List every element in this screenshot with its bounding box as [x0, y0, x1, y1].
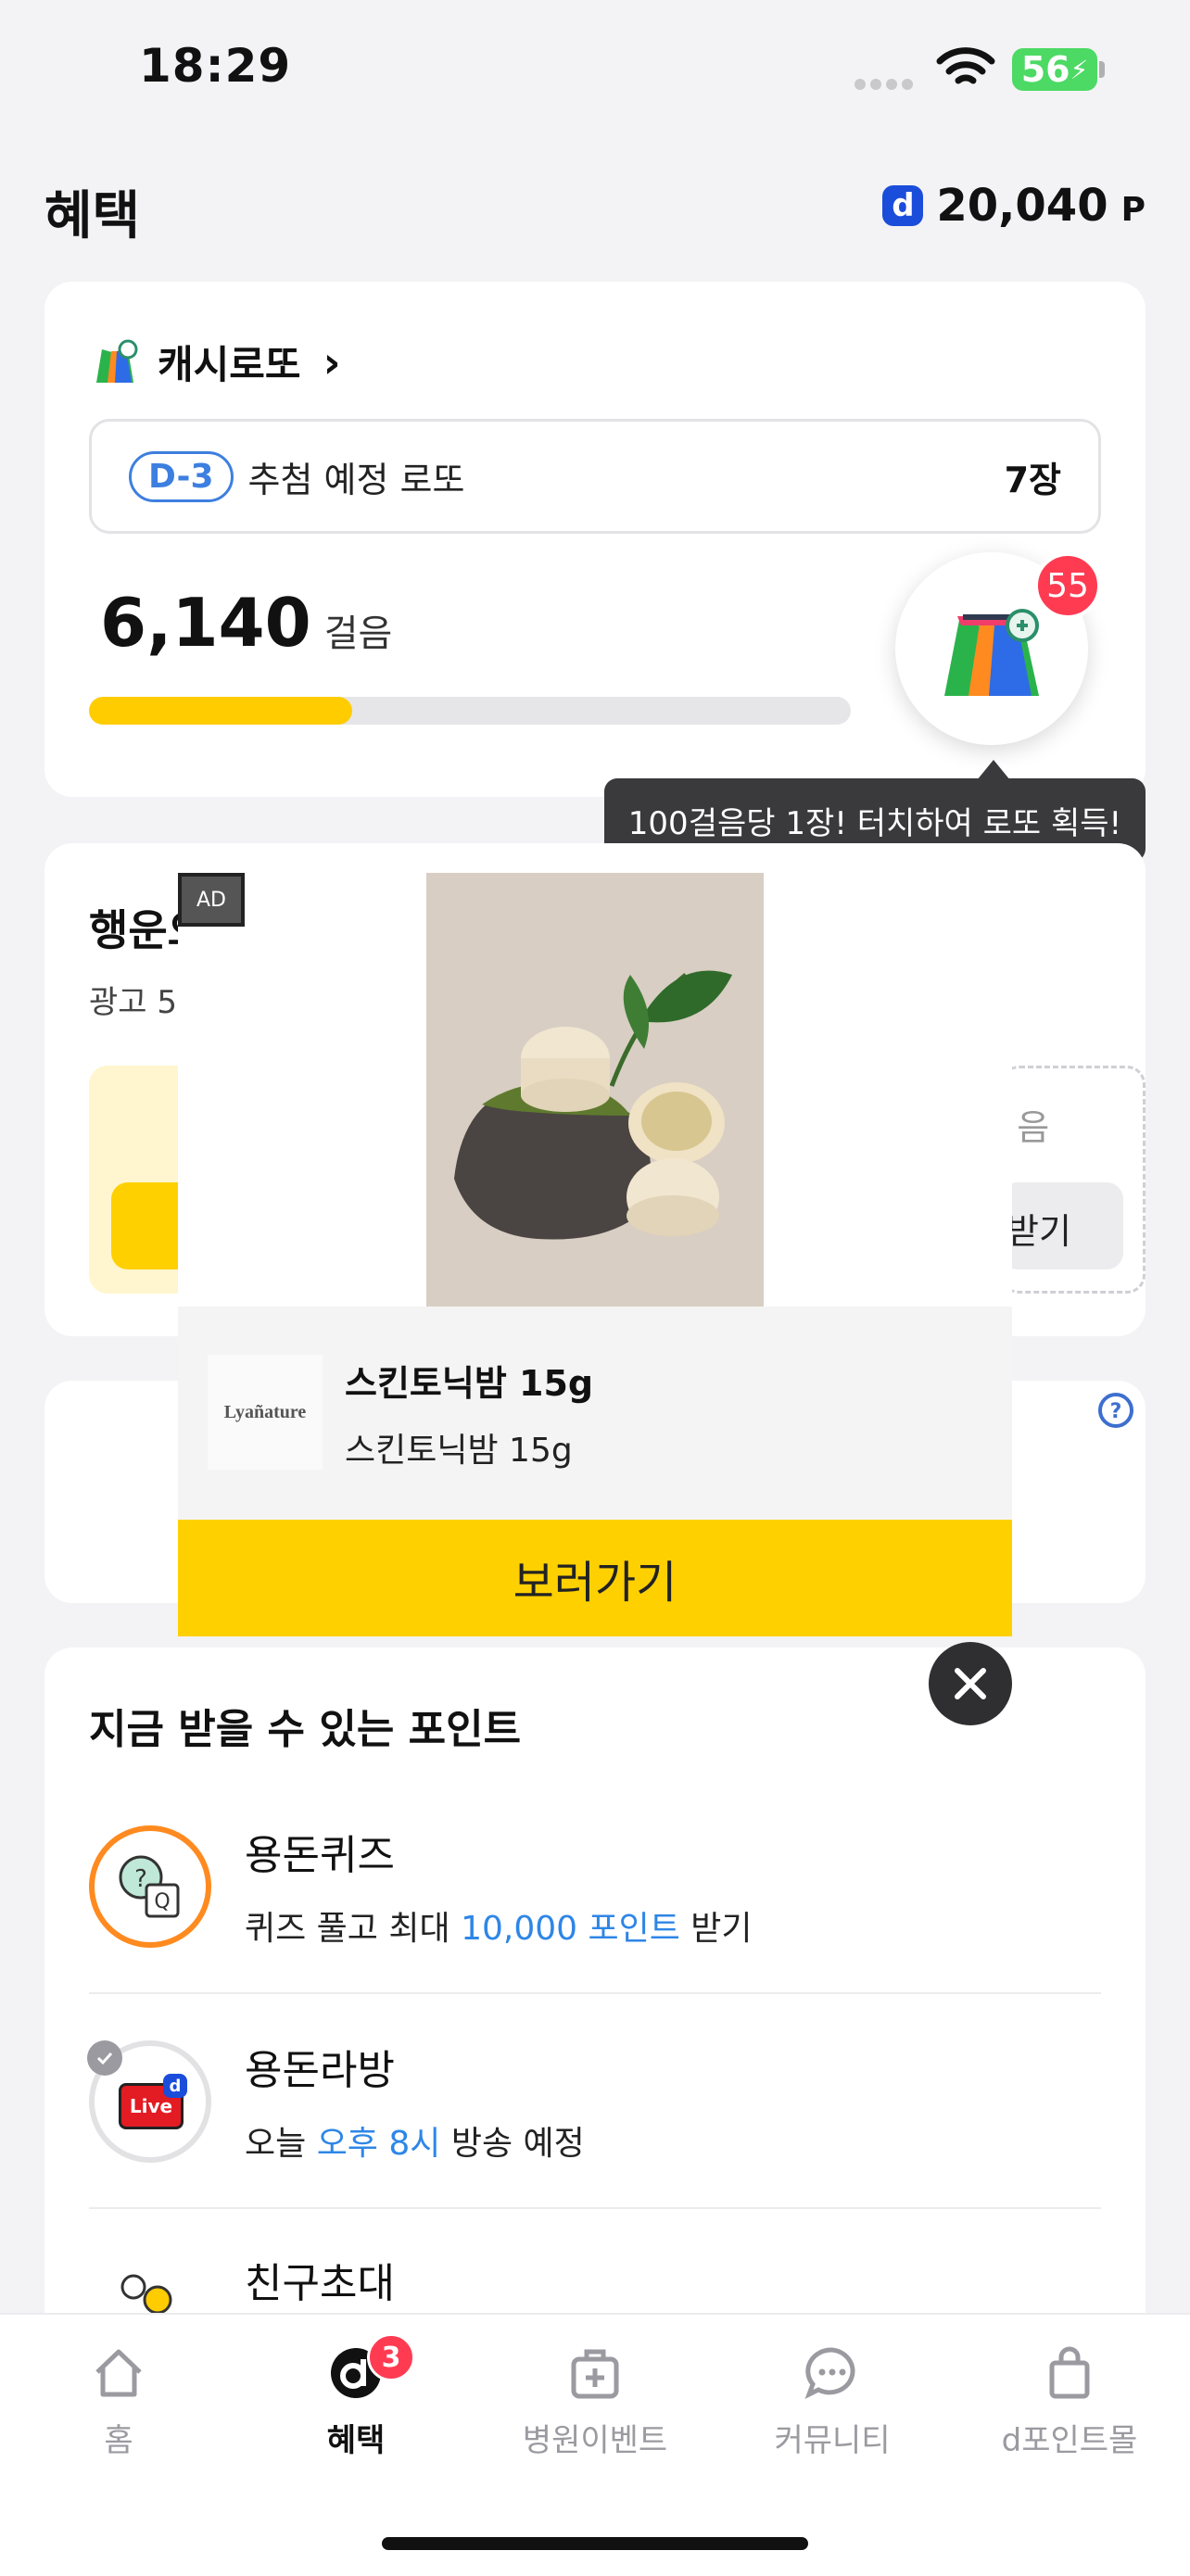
invite-title[interactable]: 친구초대: [245, 2250, 395, 2309]
lotto-pouch-large-icon: [944, 609, 1039, 696]
product-photo: [426, 873, 764, 1307]
tooltip-arrow: [977, 760, 1010, 780]
lotto-ticket-count: 7장: [1004, 459, 1061, 500]
scheduled-lotto-row[interactable]: D-3 추첨 예정 로또 7장: [89, 419, 1101, 534]
page-title: 혜택: [44, 186, 141, 246]
points-section-title: 지금 받을 수 있는 포인트: [89, 1706, 522, 1753]
d-point-logo-icon: d: [882, 185, 924, 226]
quiz-bubble-icon: ? Q: [119, 1855, 180, 1918]
ad-tag: AD: [178, 873, 245, 927]
step-progress-fill: [89, 697, 352, 725]
tab-hospital-events[interactable]: 병원이벤트: [493, 2344, 697, 2460]
chevron-right-icon: ›: [323, 336, 341, 387]
point-balance-unit: P: [1120, 190, 1146, 229]
dday-badge: D-3: [129, 450, 234, 502]
tab-benefits-label: 혜택: [326, 2422, 386, 2459]
wifi-icon: [936, 47, 995, 84]
check-icon: [87, 2040, 122, 2076]
lucky-subtitle: 광고 5: [89, 984, 177, 1021]
divider: [89, 2207, 1101, 2209]
battery-tip: [1099, 61, 1105, 78]
quiz-subtitle-highlight: 10,000 포인트: [461, 1910, 680, 1948]
help-icon[interactable]: ?: [1097, 1392, 1134, 1429]
tab-benefits[interactable]: 혜택: [254, 2344, 458, 2460]
ad-title: 스킨토닉밤 15g: [345, 1363, 594, 1404]
tab-home[interactable]: 홈: [17, 2344, 221, 2460]
brand-logo: Lyañature: [208, 1355, 323, 1470]
battery-icon: 56 ⚡: [1012, 48, 1097, 91]
home-indicator: [382, 2537, 808, 2550]
live-subtitle-post: 방송 예정: [440, 2125, 585, 2163]
step-progress-bar: [89, 697, 851, 725]
step-count-value: 6,140: [100, 584, 311, 662]
point-balance[interactable]: d 20,040 P: [882, 180, 1146, 232]
quiz-subtitle-pre: 퀴즈 풀고 최대: [245, 1910, 462, 1948]
quiz-subtitle: 퀴즈 풀고 최대 10,000 포인트 받기: [245, 1901, 753, 1950]
quiz-icon: ? Q: [89, 1825, 211, 1948]
chat-bubble-icon: [804, 2347, 855, 2400]
live-tv-icon: Live d: [113, 2074, 187, 2129]
quiz-title[interactable]: 용돈퀴즈: [245, 1822, 395, 1881]
close-icon: [955, 1668, 986, 1699]
d-logo-small-icon: d: [163, 2074, 187, 2098]
svg-text:Q: Q: [154, 1890, 170, 1913]
divider: [89, 1992, 1101, 1994]
scheduled-lotto-label: 추첨 예정 로또: [247, 459, 465, 500]
ad-cta-button[interactable]: 보러가기: [178, 1520, 1012, 1636]
home-icon: [95, 2349, 142, 2397]
cash-lotto-link[interactable]: 캐시로또 ›: [89, 334, 341, 390]
live-subtitle-pre: 오늘: [245, 2125, 317, 2163]
tab-community-label: 커뮤니티: [774, 2422, 891, 2459]
svg-text:?: ?: [1110, 1400, 1122, 1423]
tab-benefits-badge: 3: [367, 2333, 415, 2381]
quiz-subtitle-post: 받기: [679, 1910, 753, 1948]
tab-point-mall[interactable]: d포인트몰: [968, 2344, 1171, 2460]
shopping-bag-icon: [1049, 2346, 1090, 2399]
tab-hospital-events-label: 병원이벤트: [522, 2422, 668, 2459]
battery-level: 56: [1020, 49, 1070, 90]
point-balance-value: 20,040: [936, 180, 1108, 232]
live-subtitle-highlight: 오후 8시: [316, 2125, 441, 2163]
close-ad-button[interactable]: [929, 1642, 1012, 1725]
live-title[interactable]: 용돈라방: [245, 2037, 395, 2096]
cash-lotto-title: 캐시로또: [158, 342, 301, 387]
tab-point-mall-label: d포인트몰: [1001, 2422, 1138, 2459]
lotto-pouch-icon: [96, 339, 138, 383]
ad-description: 스킨토닉밤 15g: [345, 1432, 573, 1470]
live-subtitle: 오늘 오후 8시 방송 예정: [245, 2116, 585, 2165]
medical-kit-icon: [571, 2349, 619, 2399]
lucky-tile-right-button-label: 받기: [1006, 1211, 1071, 1252]
lotto-badge-count: 55: [1034, 552, 1101, 619]
cellular-signal-icon: [855, 76, 918, 94]
step-count: 6,140 걸음: [100, 584, 392, 662]
tab-home-label: 홈: [104, 2422, 133, 2459]
ad-product-image[interactable]: [426, 873, 764, 1307]
status-time: 18:29: [139, 39, 292, 93]
tab-community[interactable]: 커뮤니티: [730, 2344, 934, 2460]
step-count-unit: 걸음: [323, 612, 393, 655]
